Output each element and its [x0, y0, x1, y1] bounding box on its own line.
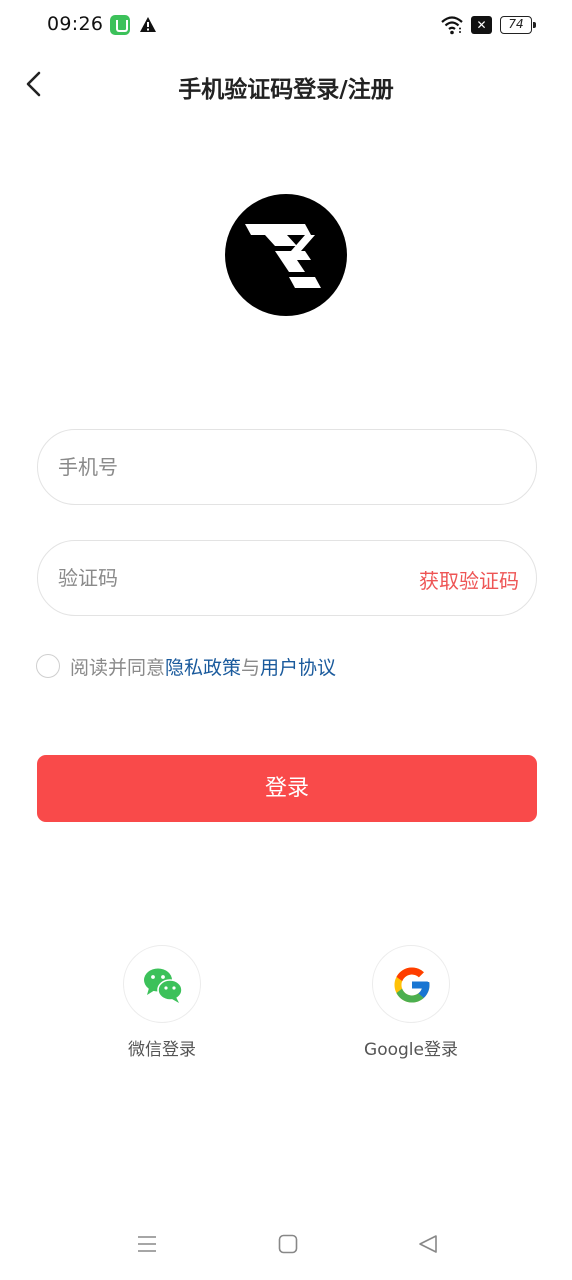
google-icon: [394, 967, 430, 1003]
wechat-login-label: 微信登录: [128, 1040, 196, 1060]
page-title: 手机验证码登录/注册: [178, 77, 394, 103]
google-login-button[interactable]: [372, 945, 450, 1023]
x-icon: ✕: [471, 16, 492, 34]
google-login: Google登录: [341, 945, 481, 1060]
menu-icon[interactable]: [137, 1234, 157, 1254]
privacy-policy-link[interactable]: 隐私政策: [165, 653, 241, 680]
phone-input[interactable]: [58, 430, 398, 504]
wechat-login: 微信登录: [92, 945, 232, 1060]
status-time: 09:26: [47, 13, 104, 35]
google-login-label: Google登录: [364, 1040, 458, 1060]
login-button[interactable]: 登录: [37, 755, 537, 822]
agree-conjunction: 与: [241, 656, 261, 679]
phone-field: [37, 429, 537, 505]
verification-code-input[interactable]: [58, 541, 398, 615]
wifi-icon: [441, 16, 463, 35]
back-triangle-icon[interactable]: [418, 1234, 438, 1254]
home-square-icon[interactable]: [278, 1234, 298, 1254]
status-bar: 09:26 ✕ 74: [0, 0, 572, 52]
battery-icon: 74: [500, 16, 536, 34]
system-nav-bar: [0, 1220, 572, 1270]
agree-checkbox[interactable]: [36, 654, 60, 678]
app-logo: [225, 194, 347, 316]
wechat-icon: [144, 968, 183, 1003]
warning-icon: [140, 17, 156, 32]
wechat-login-button[interactable]: [123, 945, 201, 1023]
verification-code-field: 获取验证码: [37, 540, 537, 616]
login-page: 09:26 ✕ 74 手机验证码登录/注册 手机号 验证码 获取验证码 阅读并同…: [0, 0, 572, 1280]
agreement-row: 阅读并同意 隐私政策 与 用户协议: [36, 652, 336, 680]
agree-prefix: 阅读并同意: [70, 656, 166, 679]
get-code-button[interactable]: 获取验证码: [419, 565, 519, 594]
user-agreement-link[interactable]: 用户协议: [260, 653, 336, 680]
app-notification-icon: [110, 15, 130, 35]
